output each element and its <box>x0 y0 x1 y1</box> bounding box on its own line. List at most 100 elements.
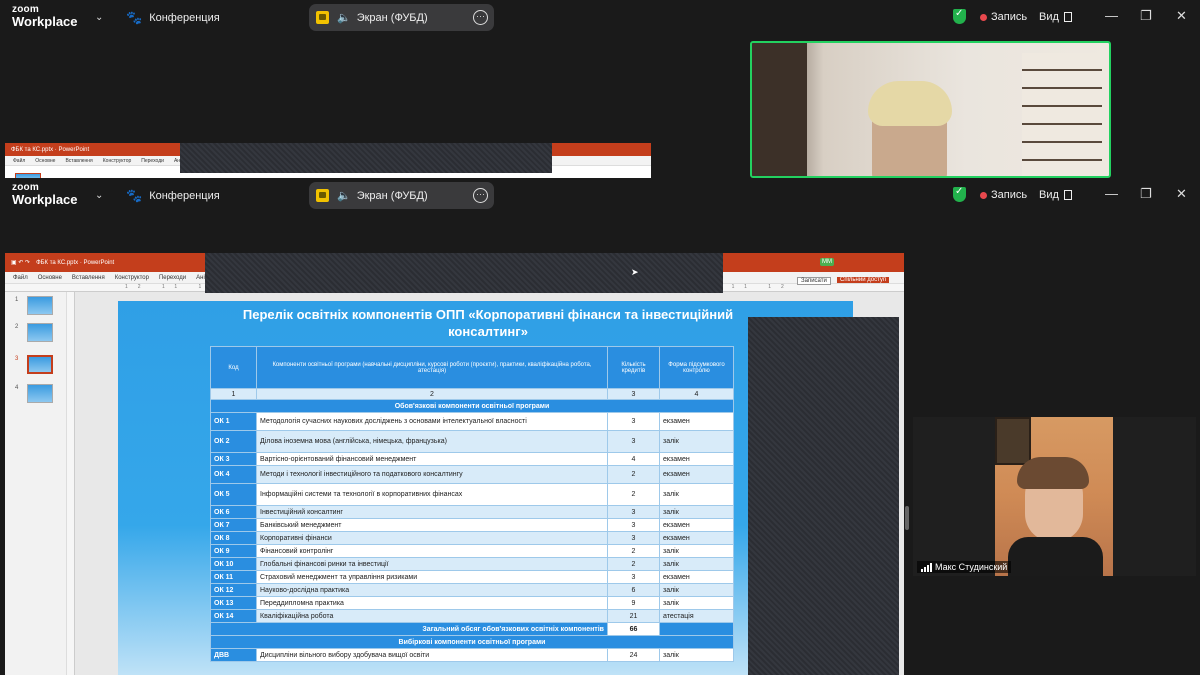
record-indicator[interactable]: Запись <box>980 11 1027 23</box>
hidden-region <box>205 253 723 293</box>
record-indicator[interactable]: Запись <box>980 189 1027 201</box>
slide-thumbnail-active[interactable] <box>27 355 53 374</box>
header-credits: Кількість кредитів <box>607 346 660 389</box>
cell-credits: 3 <box>607 570 660 584</box>
slide-thumbnails-panel: 1 2 3 4 <box>5 292 67 675</box>
table-row: ОК 7 Банківський менеджмент 3 екзамен <box>210 518 734 532</box>
record-ppt-button[interactable]: Записати <box>797 277 831 285</box>
panel-resize-handle[interactable] <box>905 506 909 530</box>
cell-name: Методологія сучасних наукових досліджень… <box>256 412 608 431</box>
cell-form: екзамен <box>659 531 734 545</box>
ribbon-tab[interactable]: Конструктор <box>115 275 149 281</box>
share-icon <box>316 11 329 24</box>
cell-credits: 21 <box>607 609 660 623</box>
vertical-ruler <box>67 292 75 675</box>
cell-credits: 3 <box>607 505 660 519</box>
cell-code: ОК 13 <box>210 596 257 610</box>
view-button[interactable]: Вид <box>1039 11 1072 23</box>
participant-video-2[interactable]: Макс Студинский <box>913 417 1196 576</box>
table-row: ОК 8 Корпоративні фінанси 3 екзамен <box>210 531 734 545</box>
chevron-down-icon[interactable]: ⌄ <box>95 12 103 23</box>
header-form: Форма підсумкового контролю <box>659 346 734 389</box>
cell-code: ОК 11 <box>210 570 257 584</box>
cell-credits: 2 <box>607 465 660 484</box>
share-screen-pill[interactable]: 🔈 Экран (ФУБД) ··· <box>309 4 494 31</box>
slide: Перелік освітніх компонентів ОПП «Корпор… <box>118 301 853 675</box>
cell-credits: 2 <box>607 544 660 558</box>
restore-icon[interactable]: ❐ <box>1140 186 1152 202</box>
cell-name: Вартісно-орієнтований фінансовий менеджм… <box>256 452 608 466</box>
minimize-icon[interactable]: — <box>1105 8 1118 23</box>
components-table: Код Компоненти освітньої програми (навча… <box>210 346 734 662</box>
zoom-toolbar: zoom Workplace ⌄ 🐾 Конференция 🔈 Экран (ФУБ… <box>0 178 1200 214</box>
slide-thumbnail[interactable] <box>27 384 53 403</box>
cell-form: екзамен <box>659 412 734 431</box>
cell-code: ОК 12 <box>210 583 257 597</box>
hidden-region <box>748 317 899 675</box>
view-grid-icon <box>1063 12 1072 22</box>
cell-name: Ділова іноземна мова (англійська, німець… <box>256 430 608 453</box>
record-dot-icon <box>980 191 987 199</box>
more-icon[interactable]: ··· <box>473 10 488 25</box>
ribbon-tab[interactable]: Переходи <box>159 275 186 281</box>
security-shield-icon[interactable] <box>953 186 966 202</box>
cell-form: атестація <box>659 609 734 623</box>
security-shield-icon[interactable] <box>953 8 966 24</box>
record-dot-icon <box>980 13 987 21</box>
cell-credits: 2 <box>607 483 660 506</box>
slide-thumbnail[interactable] <box>27 323 53 342</box>
participant-video-1[interactable] <box>750 41 1111 178</box>
ribbon-tab[interactable]: Основне <box>38 275 62 281</box>
cell-name: Корпоративні фінанси <box>256 531 608 545</box>
speaker-icon: 🔈 <box>337 12 351 24</box>
share-icon <box>316 189 329 202</box>
table-row: ОК 12 Науково-дослідна практика 6 залік <box>210 583 734 597</box>
ribbon-tab[interactable]: Файл <box>13 275 28 281</box>
participant-name-tag: Макс Студинский <box>917 561 1012 573</box>
share-screen-pill[interactable]: 🔈 Экран (ФУБД) ··· <box>309 182 494 209</box>
cell-credits: 3 <box>607 412 660 431</box>
table-row: ОК 2 Ділова іноземна мова (англійська, ні… <box>210 430 734 453</box>
ribbon-tab[interactable]: Вставлення <box>72 275 105 281</box>
cell-form: залік <box>659 583 734 597</box>
cell-form: залік <box>659 430 734 453</box>
mouse-cursor-icon: ➤ <box>631 267 639 277</box>
cell-name: Науково-дослідна практика <box>256 583 608 597</box>
cell-code: ОК 5 <box>210 483 257 506</box>
table-row: ОК 10 Глобальні фінансові ринки та інвест… <box>210 557 734 571</box>
view-button[interactable]: Вид <box>1039 189 1072 201</box>
conference-menu[interactable]: 🐾 Конференция <box>126 10 220 26</box>
table-row: ДВВ Дисципліни вільного вибору здобувача… <box>210 648 734 662</box>
header-component: Компоненти освітньої програми (навчальні… <box>256 346 608 389</box>
table-row: ОК 5 Інформаційні системи та технології в… <box>210 483 734 506</box>
share-ppt-button[interactable]: Спільний доступ <box>837 277 890 283</box>
cell-name: Банківський менеджмент <box>256 518 608 532</box>
slide-thumbnail[interactable] <box>27 296 53 315</box>
cell-code: ОК 3 <box>210 452 257 466</box>
cell-code: ОК 4 <box>210 465 257 484</box>
cell-form: екзамен <box>659 452 734 466</box>
restore-icon[interactable]: ❐ <box>1140 8 1152 24</box>
avatar[interactable]: ММ <box>820 258 834 266</box>
table-row: ОК 14 Кваліфікаційна робота 21 атестація <box>210 609 734 623</box>
table-row: ОК 13 Переддипломна практика 9 залік <box>210 596 734 610</box>
table-row: ОК 4 Методи і технології інвестиційного т… <box>210 465 734 484</box>
cell-name: Фінансовий контролінг <box>256 544 608 558</box>
section-mandatory: Обов'язкові компоненти освітньої програм… <box>210 399 734 413</box>
zoom-logo: zoom Workplace <box>12 182 78 207</box>
cell-form: залік <box>659 596 734 610</box>
minimize-icon[interactable]: — <box>1105 186 1118 201</box>
more-icon[interactable]: ··· <box>473 188 488 203</box>
close-icon[interactable]: ✕ <box>1176 186 1187 202</box>
cell-code: ОК 7 <box>210 518 257 532</box>
cell-credits: 4 <box>607 452 660 466</box>
cell-name: Глобальні фінансові ринки та інвестиції <box>256 557 608 571</box>
chevron-down-icon[interactable]: ⌄ <box>95 190 103 201</box>
cell-code: ОК 14 <box>210 609 257 623</box>
conference-menu[interactable]: 🐾 Конференция <box>126 188 220 204</box>
close-icon[interactable]: ✕ <box>1176 8 1187 24</box>
cell-code: ОК 1 <box>210 412 257 431</box>
cell-form: залік <box>659 505 734 519</box>
cell-code: ОК 8 <box>210 531 257 545</box>
cell-form: екзамен <box>659 518 734 532</box>
